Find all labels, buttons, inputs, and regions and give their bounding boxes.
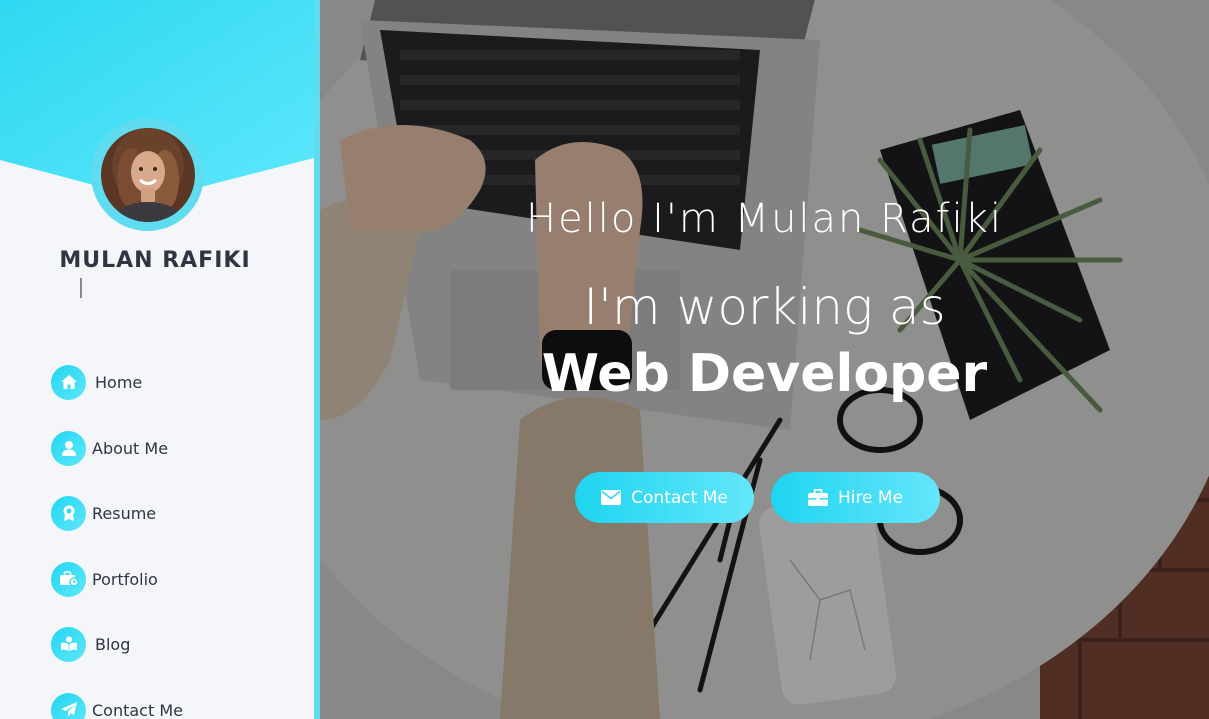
home-icon <box>51 364 86 400</box>
paper-plane-icon <box>51 692 86 719</box>
sidebar-item-resume[interactable]: Resume <box>51 495 291 531</box>
envelope-icon <box>601 490 622 505</box>
sidebar-item-label: Resume <box>92 503 157 523</box>
avatar <box>100 127 195 222</box>
sidebar-item-blog[interactable]: Blog <box>51 626 291 662</box>
avatar-ring <box>91 118 204 231</box>
typing-cursor <box>80 278 82 298</box>
hero-section: Hello I'm Mulan Rafiki I'm working as We… <box>320 0 1209 719</box>
hire-me-button[interactable]: Hire Me <box>771 472 940 523</box>
hire-me-label: Hire Me <box>837 487 904 508</box>
sidebar-item-label: About Me <box>92 438 169 458</box>
sidebar-item-portfolio[interactable]: Portfolio <box>51 561 291 597</box>
sidebar-item-label: Contact Me <box>92 700 183 719</box>
profile-name: MULAN RAFIKI <box>59 248 251 273</box>
book-icon <box>51 626 86 662</box>
sidebar-item-label: Blog <box>95 634 131 654</box>
sidebar-item-about[interactable]: About Me <box>51 430 291 466</box>
sidebar-item-label: Portfolio <box>92 569 158 589</box>
sidebar-item-label: Home <box>95 372 143 392</box>
contact-me-label: Contact Me <box>631 487 728 508</box>
hero-working-as: I'm working as <box>583 278 946 336</box>
contact-me-button[interactable]: Contact Me <box>575 472 754 523</box>
typed-role-text <box>80 278 116 298</box>
user-icon <box>51 430 86 466</box>
sidebar-item-contact[interactable]: Contact Me <box>51 692 291 719</box>
award-icon <box>51 495 86 531</box>
sidebar: MULAN RAFIKI Home About Me Resume Portfo… <box>0 0 314 719</box>
hero-role: Web Developer <box>541 344 988 404</box>
hero-greeting: Hello I'm Mulan Rafiki <box>525 196 1004 242</box>
briefcase-icon <box>51 561 86 597</box>
briefcase-icon <box>807 488 828 507</box>
sidebar-item-home[interactable]: Home <box>51 364 291 400</box>
